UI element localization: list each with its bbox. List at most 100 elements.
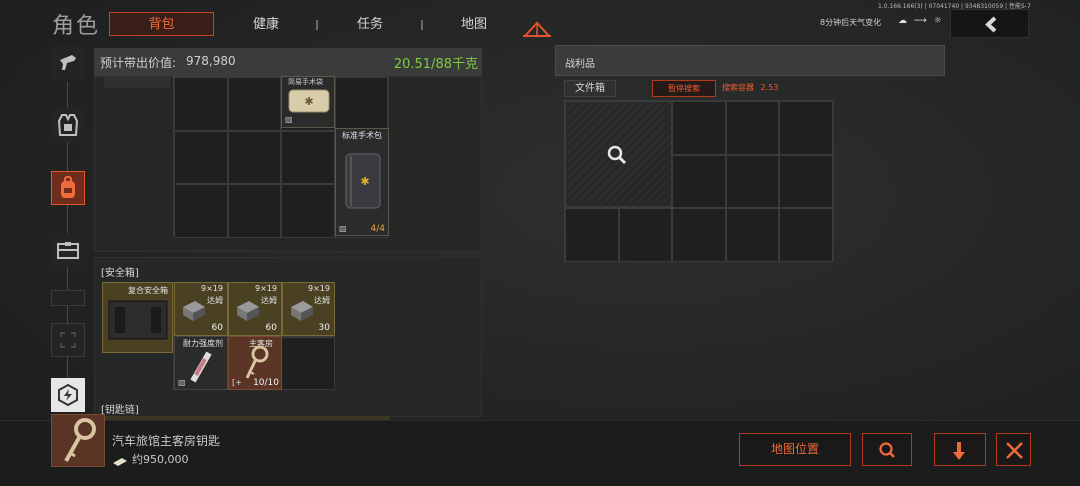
item-label: 达姆 <box>261 296 277 305</box>
grid-cell[interactable] <box>174 184 228 238</box>
inventory-item[interactable]: 耐力强度剂 ▨ <box>174 336 228 390</box>
inventory-item[interactable]: 9×19 达姆 60 <box>174 282 228 336</box>
backpack-strap-thumb <box>104 76 170 88</box>
selected-item-name: 汽车旅馆主客房钥匙 <box>112 434 221 448</box>
item-status-icon: ▨ <box>178 378 186 387</box>
search-value: 2.53 <box>760 83 779 92</box>
weight-indicator: 20.51/88千克 <box>393 57 478 72</box>
tab-separator <box>316 20 318 30</box>
item-status-icon: ▨ <box>339 224 347 233</box>
weather-change-icon: ☁ ⟶ ☼ <box>898 16 944 26</box>
safe-box-title: [安全箱] <box>101 268 139 279</box>
item-count: 60 <box>265 323 277 333</box>
page-title: 角色 <box>52 14 101 39</box>
tab-backpack[interactable]: 背包 <box>109 12 214 36</box>
grid-cell[interactable] <box>281 184 335 238</box>
grid-cell[interactable] <box>725 101 779 155</box>
weather-countdown: 8分钟后天气变化 <box>820 18 882 27</box>
inspect-button[interactable] <box>862 433 912 466</box>
nav-locked-slot <box>51 323 85 357</box>
key-icon <box>64 418 96 462</box>
backpack-value-header: 预计带出价值: 978,980 20.51/88千克 <box>94 48 482 76</box>
ability-icon <box>58 383 78 407</box>
medkit-icon: ✱ <box>288 89 330 113</box>
ammo-box-icon <box>237 301 259 321</box>
ammo-caliber: 9×19 <box>201 284 223 293</box>
item-move-icon: [+ <box>232 378 242 387</box>
ammo-box-icon <box>183 301 205 321</box>
tab-health[interactable]: 健康 <box>238 13 294 37</box>
grid-cell[interactable] <box>281 130 335 184</box>
item-status-icon: ▨ <box>285 115 293 124</box>
armor-icon <box>57 114 79 136</box>
grid-cell[interactable] <box>672 154 726 208</box>
item-label: 达姆 <box>207 296 223 305</box>
grid-cell[interactable] <box>565 208 619 262</box>
tab-map[interactable]: 地图 <box>446 13 502 37</box>
key-chain-title: [钥匙链] <box>101 405 139 416</box>
grid-cell[interactable] <box>779 154 833 208</box>
nav-locked-slot <box>51 290 85 306</box>
item-label: 简易手术袋 <box>288 78 323 86</box>
weapon-icon <box>60 55 76 70</box>
grid-cell[interactable] <box>672 208 726 262</box>
loot-header: 战利品 <box>555 45 945 76</box>
nav-armor[interactable] <box>51 108 85 142</box>
top-bar: 角色 背包 健康 任务 地图 1.0.166.166(3) | 07041740… <box>0 0 1080 44</box>
inventory-item[interactable]: 9×19 达姆 30 <box>282 282 335 336</box>
safe-box-container[interactable]: 复合安全箱 <box>102 282 173 353</box>
nav-backpack[interactable] <box>51 171 85 205</box>
quick-move-button[interactable] <box>934 433 986 466</box>
chevron-left-icon <box>985 16 997 33</box>
loot-title: 战利品 <box>565 59 595 70</box>
search-label: 搜索容器 <box>722 83 754 92</box>
grid-cell[interactable] <box>725 154 779 208</box>
inventory-item[interactable]: 主客房 [+ 10/10 <box>228 336 282 390</box>
grid-cell[interactable] <box>174 130 228 184</box>
grid-cell[interactable] <box>779 208 833 262</box>
searching-slot <box>565 101 672 207</box>
search-icon <box>607 145 627 165</box>
close-icon <box>1006 442 1023 459</box>
map-location-button[interactable]: 地图位置 <box>739 433 851 466</box>
map-marker-icon <box>522 21 552 37</box>
nav-container[interactable] <box>51 233 85 267</box>
grid-cell[interactable] <box>725 208 779 262</box>
item-count: 4/4 <box>370 224 385 234</box>
selected-item-thumbnail <box>51 414 105 467</box>
pause-search-button[interactable]: 暂停搜索 <box>652 80 716 97</box>
value-amount: 978,980 <box>186 54 236 68</box>
inventory-item[interactable]: 简易手术袋 ✱ ▨ <box>281 76 335 128</box>
cash-icon <box>112 452 128 466</box>
expand-icon <box>60 332 76 348</box>
grid-cell[interactable] <box>281 336 335 390</box>
container-icon <box>57 242 79 259</box>
grid-cell[interactable] <box>618 208 672 262</box>
syringe-icon <box>190 351 212 383</box>
item-count: 60 <box>211 323 223 333</box>
grid-cell[interactable] <box>174 77 228 131</box>
nav-weapon[interactable] <box>51 46 85 80</box>
tab-tasks[interactable]: 任务 <box>342 13 398 37</box>
container-name: 文件箱 <box>564 80 616 97</box>
discard-button[interactable] <box>996 433 1031 466</box>
grid-cell[interactable] <box>227 130 281 184</box>
grid-cell[interactable] <box>227 77 281 131</box>
tab-separator <box>421 20 423 30</box>
backpack-icon <box>61 176 75 198</box>
grid-cell[interactable] <box>334 77 388 131</box>
game-inventory-screen: 角色 背包 健康 任务 地图 1.0.166.166(3) | 07041740… <box>0 0 1080 486</box>
arrow-down-right-icon <box>953 442 965 460</box>
search-icon <box>879 442 895 458</box>
grid-cell[interactable] <box>672 101 726 155</box>
inventory-item[interactable]: 9×19 达姆 60 <box>228 282 282 336</box>
inventory-item[interactable]: 标准手术包 ✱ ▨ 4/4 <box>335 128 389 236</box>
grid-cell[interactable] <box>227 184 281 238</box>
svg-text:✱: ✱ <box>304 95 313 108</box>
svg-text:✱: ✱ <box>360 175 369 188</box>
back-button[interactable] <box>950 9 1029 38</box>
search-status: 搜索容器 2.53 <box>722 82 778 93</box>
nav-ability[interactable] <box>51 378 85 412</box>
grid-cell[interactable] <box>779 101 833 155</box>
selected-item-price: 约950,000 <box>132 453 189 466</box>
